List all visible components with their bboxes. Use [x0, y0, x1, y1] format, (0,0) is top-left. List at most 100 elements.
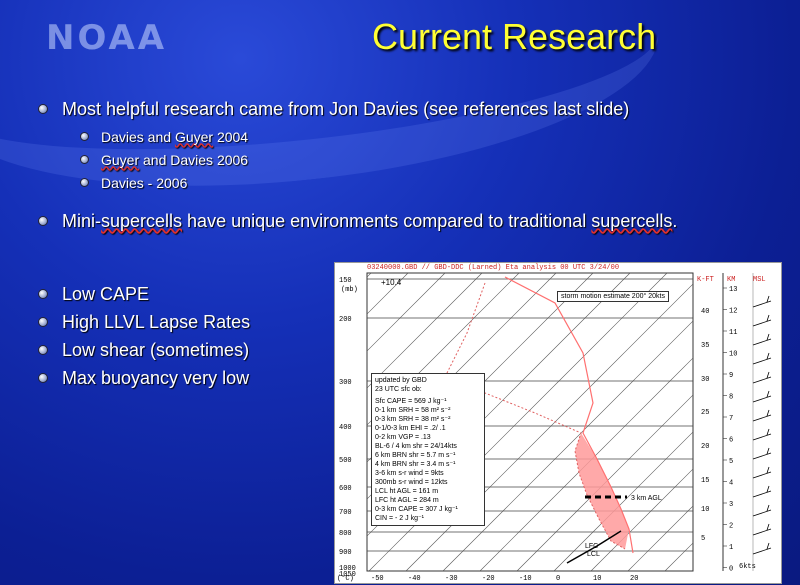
slide-title: Current Research: [372, 16, 657, 57]
km-tick-label: 1: [729, 544, 733, 552]
bullet-icon: [38, 289, 48, 299]
wind-barb: [752, 452, 772, 460]
wind-barb: [752, 338, 772, 346]
wind-barb: [752, 509, 772, 517]
wind-barb-flag: [766, 390, 770, 398]
wind-barb: [752, 395, 772, 403]
bullet-low-shear: Low shear (sometimes): [38, 336, 250, 364]
wind-barb-flag: [766, 371, 770, 379]
wind-barb-flag: [766, 295, 770, 303]
km-tick-label: 0: [729, 566, 733, 574]
temp-label: -10: [519, 575, 532, 583]
km-tick-label: 6: [729, 437, 733, 445]
bullet-low-cape: Low CAPE: [38, 280, 250, 308]
parameter-line: CIN = - 2 J kg⁻¹: [375, 515, 425, 522]
bullet-icon: [38, 104, 48, 114]
km-tick-label: 2: [729, 523, 733, 531]
bullet-text: Davies - 2006: [101, 174, 188, 191]
parameter-line: 0-2 km VGP = .13: [375, 434, 431, 441]
wind-barb: [752, 300, 772, 308]
wind-barb-flag: [766, 466, 770, 474]
corner-value: +10.4: [381, 278, 402, 287]
pressure-label: 700: [339, 509, 352, 517]
msl-label: MSL: [753, 276, 766, 284]
kft-tick-label: 20: [701, 443, 709, 451]
skewt-sounding-image: 3 km AGL LFC LCL +10.4 (mb) (°C) K-FT KM…: [334, 262, 782, 584]
kft-tick-label: 25: [701, 409, 709, 417]
pressure-label: 200: [339, 316, 352, 324]
wind-barb-flag: [766, 523, 770, 531]
pressure-label: 900: [339, 549, 352, 557]
kft-tick-label: 30: [701, 376, 709, 384]
wind-barb: [752, 471, 772, 479]
km-tick-label: 4: [729, 480, 733, 488]
kft-tick-label: 10: [701, 506, 709, 514]
temp-label: -30: [445, 575, 458, 583]
wind-barb-flag: [766, 314, 770, 322]
wind-barb-flag: [766, 352, 770, 360]
km-tick-label: 7: [729, 415, 733, 423]
pressure-label: 500: [339, 457, 352, 465]
bullet-text: Low CAPE: [62, 283, 150, 304]
msl-value: 6kts: [739, 563, 756, 571]
pressure-label: 400: [339, 424, 352, 432]
bullet-lapse-rates: High LLVL Lapse Rates: [38, 308, 250, 336]
parameter-line: 6 km BRN shr = 5.7 m s⁻¹: [375, 452, 456, 459]
km-tick-label: 5: [729, 458, 733, 466]
bullet-icon: [38, 317, 48, 327]
parameter-line: 0-3 km SRH = 38 m² s⁻²: [375, 416, 451, 423]
km-tick-label: 9: [729, 372, 733, 380]
parameter-line: LCL ht AGL = 161 m: [375, 488, 439, 495]
parameter-line: updated by GBD: [375, 377, 427, 384]
km-tick-label: 12: [729, 308, 737, 316]
parameter-line: 4 km BRN shr = 3.4 m s⁻¹: [375, 461, 456, 468]
wind-barb-flag: [766, 428, 770, 436]
temp-label: 10: [593, 575, 601, 583]
environment-bullet-list: Low CAPE High LLVL Lapse Rates Low shear…: [38, 280, 250, 392]
bullet-text: Guyer and Davies 2006: [101, 151, 249, 168]
km-tick-label: 8: [729, 394, 733, 402]
temp-label: -40: [408, 575, 421, 583]
kft-label: K-FT: [697, 276, 714, 284]
pressure-label: 1050: [339, 571, 356, 579]
wind-barb-flag: [766, 409, 770, 417]
parameter-line: Sfc CAPE = 569 J kg⁻¹: [375, 398, 447, 405]
km-tick-label: 10: [729, 351, 737, 359]
bullet-icon: [80, 132, 89, 141]
km-tick-label: 3: [729, 501, 733, 509]
wind-barb: [752, 414, 772, 422]
wind-barb-flag: [766, 447, 770, 455]
km-tick-label: 11: [729, 329, 737, 337]
wind-barb: [752, 547, 772, 555]
bullet-max-buoyancy: Max buoyancy very low: [38, 364, 250, 392]
isotherm: [739, 273, 781, 571]
lfc-label: LFC: [585, 543, 598, 550]
parameter-line: 0-1/0-3 km EHI = .2/ .1: [375, 425, 446, 432]
mini-supercell-bullet: Mini-supercells have unique environments…: [38, 208, 677, 234]
parameter-line: 23 UTC sfc ob:: [375, 386, 422, 393]
isotherm: [702, 273, 781, 571]
pressure-label: 800: [339, 530, 352, 538]
km-tick-label: 13: [729, 286, 737, 294]
bullet-text: Most helpful research came from Jon Davi…: [62, 98, 630, 119]
parameter-line: 300mb s-r wind = 12kts: [375, 479, 448, 486]
bullet-mini-supercells: Mini-supercells have unique environments…: [38, 208, 677, 234]
wind-barb-flag: [766, 485, 770, 493]
bullet-text: Max buoyancy very low: [62, 367, 250, 388]
bullet-text: High LLVL Lapse Rates: [62, 311, 251, 332]
bullet-icon: [80, 155, 89, 164]
parameter-box: updated by GBD 23 UTC sfc ob: Sfc CAPE = 5…: [371, 373, 485, 526]
bullet-icon: [38, 345, 48, 355]
wind-barb: [752, 319, 772, 327]
sub-bullet-guyer-davies-2006: Guyer and Davies 2006: [38, 148, 629, 171]
bullet-text: Davies and Guyer 2004: [101, 128, 249, 145]
bullet-text: Low shear (sometimes): [62, 339, 250, 360]
parameter-line: 0-3 km CAPE = 307 J kg⁻¹: [375, 506, 458, 513]
parameter-line: 0-1 km SRH = 58 m² s⁻²: [375, 407, 451, 414]
bullet-icon: [80, 178, 89, 187]
wind-barb: [752, 528, 772, 536]
wind-barb: [752, 490, 772, 498]
pressure-label: 300: [339, 379, 352, 387]
temp-label: 0: [556, 575, 560, 583]
lcl-label: LCL: [587, 551, 600, 558]
